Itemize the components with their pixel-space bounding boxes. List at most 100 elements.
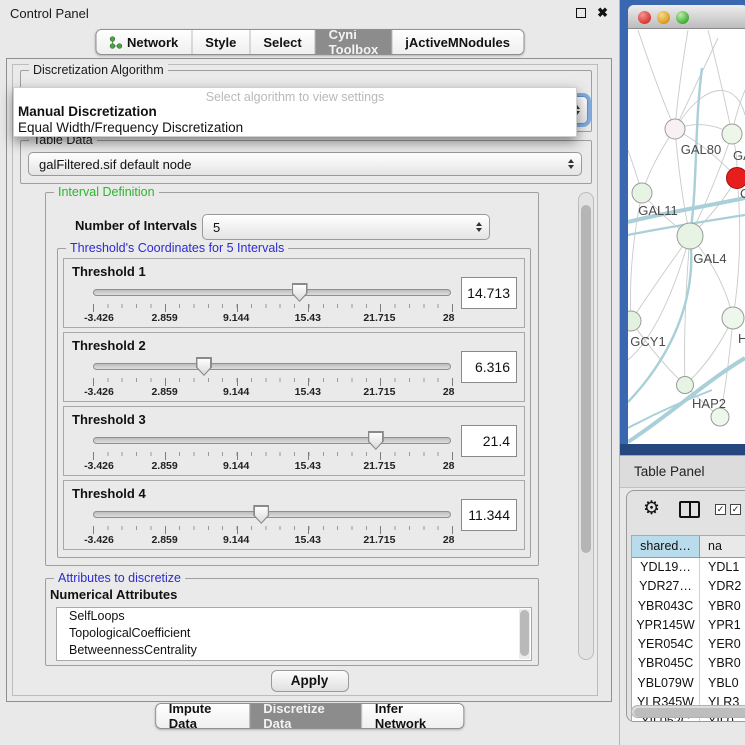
- threshold-3-slider-handle[interactable]: [368, 431, 384, 450]
- node-gal4[interactable]: [677, 223, 703, 249]
- checkbox-icon[interactable]: ✓: [715, 504, 726, 515]
- column-header-shared-name[interactable]: shared…: [632, 536, 700, 557]
- table-row[interactable]: YER054CYER0: [632, 635, 745, 654]
- tab-network[interactable]: Network: [96, 30, 191, 54]
- list-item[interactable]: TopologicalCoefficient: [57, 625, 531, 642]
- numerical-attributes-label: Numerical Attributes: [50, 587, 177, 602]
- table-row[interactable]: YBR043CYBR0: [632, 597, 745, 616]
- bottom-tab-bar: Impute Data Discretize Data Infer Networ…: [155, 703, 465, 729]
- threshold-2-value-field[interactable]: 6.316: [461, 351, 517, 383]
- zoom-traffic-light-icon[interactable]: [676, 11, 689, 24]
- tab-style[interactable]: Style: [191, 30, 249, 54]
- svg-text:HAP2: HAP2: [692, 396, 726, 411]
- stepper-icon: [476, 222, 482, 232]
- apply-button[interactable]: Apply: [271, 670, 349, 692]
- control-panel: Control Panel ✖ Network Style Select Cyn…: [0, 0, 620, 745]
- threshold-3-panel: Threshold 3 -3.426 2.859 9.144 15.43 21.…: [63, 406, 525, 476]
- list-scrollbar[interactable]: [519, 609, 530, 659]
- num-intervals-combobox[interactable]: 5: [202, 214, 490, 240]
- algorithm-group-title: Discretization Algorithm: [29, 63, 168, 77]
- svg-text:GA: GA: [733, 148, 745, 163]
- right-panel: GAL80 GA C GAL11 GAL4 GCY1 H HAP2 Table …: [620, 0, 745, 745]
- network-canvas[interactable]: GAL80 GA C GAL11 GAL4 GCY1 H HAP2: [628, 30, 745, 444]
- num-intervals-value: 5: [213, 220, 220, 235]
- tab-infer-network[interactable]: Infer Network: [361, 704, 463, 728]
- threshold-1-slider-handle[interactable]: [292, 283, 308, 302]
- table-header-row: shared… na: [632, 536, 745, 558]
- threshold-2-panel: Threshold 2 -3.426 2.859 9.144 15.43 21.…: [63, 332, 525, 402]
- svg-text:H: H: [738, 331, 745, 346]
- table-horizontal-scrollbar[interactable]: [631, 705, 745, 718]
- node-gcy1[interactable]: [628, 311, 641, 331]
- table-row[interactable]: YPR145WYPR1: [632, 616, 745, 635]
- threshold-4-slider-track[interactable]: [93, 511, 451, 518]
- threshold-2-label: Threshold 2: [72, 338, 146, 353]
- slider-scale: -3.426 2.859 9.144 15.43 21.715 28: [93, 312, 451, 325]
- checkbox-icon[interactable]: ✓: [730, 504, 741, 515]
- settings-scrollbar[interactable]: [578, 192, 594, 660]
- threshold-4-panel: Threshold 4 -3.426 2.859 9.144 15.43 21.…: [63, 480, 525, 550]
- table-row[interactable]: YBR045CYBR0: [632, 654, 745, 673]
- gear-icon[interactable]: ⚙: [643, 499, 660, 518]
- threshold-3-label: Threshold 3: [72, 412, 146, 427]
- interval-definition-title: Interval Definition: [54, 185, 159, 199]
- list-item[interactable]: BetweennessCentrality: [57, 642, 531, 659]
- close-icon[interactable]: ✖: [597, 5, 608, 21]
- node-gal11[interactable]: [632, 183, 652, 203]
- column-header-name[interactable]: na: [700, 536, 745, 557]
- slider-scale: -3.426 2.859 9.144 15.43 21.715 28: [93, 534, 451, 547]
- float-window-icon[interactable]: [576, 8, 586, 18]
- tab-select[interactable]: Select: [249, 30, 314, 54]
- split-table-icon[interactable]: [679, 501, 700, 518]
- scrollbar-thumb[interactable]: [581, 205, 591, 553]
- dropdown-hint: Select algorithm to view settings: [14, 88, 576, 104]
- node-ga[interactable]: [722, 124, 742, 144]
- node-hap2[interactable]: [677, 377, 694, 394]
- svg-text:C: C: [740, 186, 745, 201]
- threshold-4-slider-handle[interactable]: [253, 505, 269, 524]
- list-item[interactable]: SelfLoops: [57, 608, 531, 625]
- threshold-2-slider-handle[interactable]: [196, 357, 212, 376]
- table-data-combobox[interactable]: galFiltered.sif default node: [28, 152, 582, 176]
- threshold-3-slider-track[interactable]: [93, 437, 451, 444]
- threshold-4-value-field[interactable]: 11.344: [461, 499, 517, 531]
- threshold-1-slider-track[interactable]: [93, 289, 451, 296]
- dropdown-option-equal-width[interactable]: Equal Width/Frequency Discretization: [14, 120, 576, 136]
- table-panel-header: Table Panel: [620, 455, 745, 488]
- node-h[interactable]: [722, 307, 744, 329]
- top-tab-bar: Network Style Select Cyni Toolbox jActiv…: [95, 29, 524, 55]
- table-row[interactable]: YDR27…YDR2: [632, 577, 745, 596]
- scrollbar-thumb[interactable]: [634, 708, 745, 717]
- close-traffic-light-icon[interactable]: [638, 11, 651, 24]
- screen: Control Panel ✖ Network Style Select Cyn…: [0, 0, 745, 745]
- network-icon: [109, 36, 122, 49]
- table-row[interactable]: YDL19…YDL1: [632, 558, 745, 577]
- tab-impute-data[interactable]: Impute Data: [156, 704, 250, 728]
- threshold-1-panel: Threshold 1 -3.426 2.859 9.144 15.43 21.…: [63, 258, 525, 328]
- network-window: GAL80 GA C GAL11 GAL4 GCY1 H HAP2: [628, 5, 745, 444]
- minimize-traffic-light-icon[interactable]: [657, 11, 670, 24]
- tab-cyni-toolbox[interactable]: Cyni Toolbox: [315, 30, 392, 54]
- scrollbar-thumb[interactable]: [520, 610, 529, 656]
- svg-text:GAL80: GAL80: [681, 142, 721, 157]
- threshold-2-slider-track[interactable]: [93, 363, 451, 370]
- thresholds-group-title: Threshold's Coordinates for 5 Intervals: [66, 241, 288, 255]
- svg-text:GCY1: GCY1: [630, 334, 665, 349]
- stepper-icon: [568, 159, 574, 169]
- attributes-list: SelfLoops TopologicalCoefficient Between…: [56, 607, 532, 661]
- dropdown-option-manual[interactable]: Manual Discretization: [14, 104, 576, 120]
- table-row[interactable]: YBL079WYBL0: [632, 674, 745, 693]
- tab-network-label: Network: [127, 35, 178, 50]
- network-window-edge: [620, 444, 745, 455]
- tab-discretize-data[interactable]: Discretize Data: [249, 704, 361, 728]
- algorithm-dropdown-popup: Select algorithm to view settings Manual…: [13, 87, 577, 137]
- num-intervals-label: Number of Intervals: [75, 218, 197, 233]
- node-gal80[interactable]: [665, 119, 685, 139]
- tab-jactivemnodules[interactable]: jActiveMNodules: [391, 30, 523, 54]
- slider-scale: -3.426 2.859 9.144 15.43 21.715 28: [93, 460, 451, 473]
- network-window-titlebar[interactable]: [628, 5, 745, 29]
- svg-text:GAL4: GAL4: [693, 251, 726, 266]
- threshold-1-value-field[interactable]: 14.713: [461, 277, 517, 309]
- threshold-3-value-field[interactable]: 21.4: [461, 425, 517, 457]
- attributes-group: Attributes to discretize Numerical Attri…: [45, 578, 539, 666]
